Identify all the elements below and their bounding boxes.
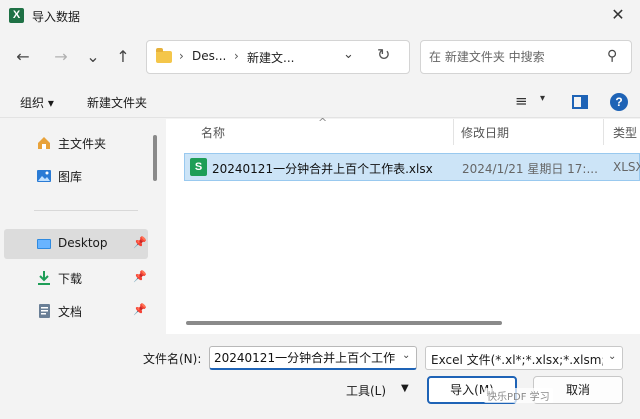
recent-locations-chevron-icon[interactable]: ⌄ <box>80 44 106 70</box>
search-box: ⚲ <box>420 40 632 74</box>
help-icon[interactable]: ? <box>610 93 628 111</box>
file-list-pane: ^ 名称 修改日期 类型 S 20240121一分钟合并上百个工作表.xlsx … <box>166 116 640 334</box>
new-folder-button[interactable]: 新建文件夹 <box>87 94 147 111</box>
filename-dropdown-icon[interactable]: ⌄ <box>402 350 410 361</box>
window-title: 导入数据 <box>32 10 81 24</box>
sidebar-item-label: 主文件夹 <box>58 137 107 151</box>
up-arrow-icon[interactable]: ↑ <box>110 44 136 70</box>
sidebar-item-downloads[interactable]: 下载 📌 <box>4 263 148 293</box>
chevron-right-icon: › <box>179 49 184 63</box>
filetype-value: Excel 文件(*.xl*;*.xlsx;*.xlsm;* <box>431 353 603 367</box>
pin-icon[interactable]: 📌 <box>133 236 147 249</box>
sidebar-item-label: 下载 <box>58 272 83 286</box>
pin-icon[interactable]: 📌 <box>133 303 147 316</box>
sidebar-item-gallery[interactable]: 图库 <box>4 161 148 191</box>
sidebar-divider <box>34 210 138 211</box>
column-header-name[interactable]: 名称 <box>201 124 225 141</box>
spreadsheet-file-icon: S <box>190 158 207 176</box>
breadcrumb-desktop[interactable]: Des... <box>192 49 226 63</box>
sort-ascending-icon: ^ <box>318 116 328 129</box>
organize-button[interactable]: 组织 ▾ <box>20 94 54 111</box>
close-button[interactable]: ✕ <box>600 2 636 28</box>
sidebar-item-label: Desktop <box>58 236 108 250</box>
view-dropdown-icon[interactable]: ▾ <box>540 93 545 104</box>
column-divider[interactable] <box>453 119 454 145</box>
refresh-icon[interactable]: ↻ <box>377 45 390 64</box>
filetype-select[interactable]: Excel 文件(*.xl*;*.xlsx;*.xlsm;* ⌄ <box>425 346 623 370</box>
navigation-pane: 主文件夹 图库 Desktop 📌 下载 📌 文档 📌 <box>0 119 166 334</box>
excel-app-icon: X <box>9 8 24 23</box>
pin-icon[interactable]: 📌 <box>133 270 147 283</box>
watermark: 快乐PDF 学习 <box>484 388 553 403</box>
navigation-bar: ← → ⌄ ↑ › Des... › 新建文... ⌄ ↻ ⚲ <box>0 36 640 80</box>
sidebar-item-documents[interactable]: 文档 📌 <box>4 296 148 326</box>
filename-label: 文件名(N): <box>143 352 202 366</box>
column-header-type[interactable]: 类型 <box>613 124 637 141</box>
view-list-icon[interactable]: ≡ <box>515 92 528 110</box>
horizontal-scrollbar[interactable] <box>186 321 502 325</box>
preview-pane-icon[interactable] <box>572 95 588 109</box>
forward-arrow-icon[interactable]: → <box>48 44 74 70</box>
desktop-icon <box>37 239 51 249</box>
file-type: XLSX <box>613 160 640 174</box>
address-dropdown-icon[interactable]: ⌄ <box>343 47 354 62</box>
folder-icon <box>156 48 172 63</box>
column-divider[interactable] <box>603 119 604 145</box>
back-arrow-icon[interactable]: ← <box>10 44 36 70</box>
file-modified-date: 2024/1/21 星期日 17:... <box>462 162 598 176</box>
address-bar[interactable]: › Des... › 新建文... ⌄ ↻ <box>146 40 410 74</box>
file-row[interactable]: S 20240121一分钟合并上百个工作表.xlsx 2024/1/21 星期日… <box>184 153 640 181</box>
sidebar-item-label: 图库 <box>58 170 83 184</box>
sidebar-item-desktop[interactable]: Desktop 📌 <box>4 229 148 259</box>
download-icon <box>38 271 50 285</box>
home-icon <box>38 137 50 149</box>
title-bar: X 导入数据 ✕ <box>0 0 640 32</box>
dialog-footer: 文件名(N): ⌄ Excel 文件(*.xl*;*.xlsx;*.xlsm;*… <box>0 334 640 419</box>
tools-button[interactable]: 工具(L) <box>346 382 386 399</box>
gallery-icon <box>37 170 51 182</box>
filename-input[interactable] <box>209 346 417 370</box>
sidebar-item-label: 文档 <box>58 305 83 319</box>
sidebar-item-home[interactable]: 主文件夹 <box>4 128 148 158</box>
search-input[interactable] <box>429 48 599 66</box>
column-header-date[interactable]: 修改日期 <box>461 124 509 141</box>
search-icon[interactable]: ⚲ <box>607 48 617 64</box>
tools-dropdown-icon[interactable]: ▼ <box>401 383 409 394</box>
chevron-right-icon: › <box>234 49 239 63</box>
breadcrumb-new-folder[interactable]: 新建文... <box>247 49 294 66</box>
filetype-dropdown-icon[interactable]: ⌄ <box>608 351 616 362</box>
file-name: 20240121一分钟合并上百个工作表.xlsx <box>212 162 433 176</box>
command-toolbar: 组织 ▾ 新建文件夹 ≡ ▾ ? <box>0 86 640 118</box>
document-icon <box>39 304 50 318</box>
sidebar-scrollbar[interactable] <box>153 135 157 181</box>
